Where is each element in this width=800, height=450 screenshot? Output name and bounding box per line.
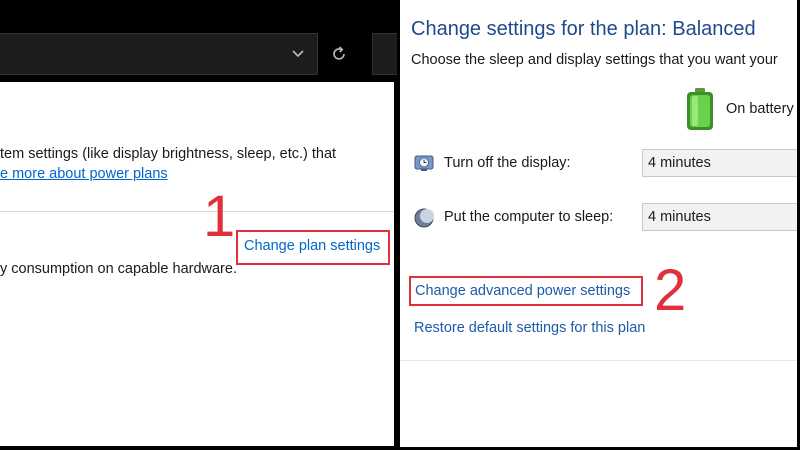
on-battery-label: On battery	[726, 101, 794, 117]
page-subtitle: Choose the sleep and display settings th…	[411, 52, 778, 68]
right-panel: Change settings for the plan: Balanced C…	[397, 0, 800, 450]
sleep-label: Put the computer to sleep:	[444, 209, 614, 225]
chevron-down-icon[interactable]	[289, 45, 307, 63]
sleep-timeout-select[interactable]: 4 minutes	[642, 203, 800, 231]
search-box[interactable]	[372, 33, 398, 75]
description-text: tem settings (like display brightness, s…	[0, 146, 337, 162]
turn-off-display-label: Turn off the display:	[444, 155, 571, 171]
refresh-icon[interactable]	[329, 44, 349, 64]
step-marker-2: 2	[654, 258, 687, 323]
power-options-content: tem settings (like display brightness, s…	[0, 82, 394, 446]
page-title: Change settings for the plan: Balanced	[411, 18, 756, 40]
sleep-moon-icon	[414, 208, 434, 228]
plan-description: y consumption on capable hardware.	[0, 261, 237, 277]
battery-icon	[687, 88, 713, 130]
learn-more-link[interactable]: e more about power plans	[0, 166, 168, 182]
divider	[0, 211, 394, 212]
address-bar[interactable]	[0, 33, 318, 75]
display-timeout-select[interactable]: 4 minutes	[642, 149, 800, 177]
bottom-divider	[400, 360, 800, 361]
change-advanced-power-settings-link[interactable]: Change advanced power settings	[409, 276, 643, 306]
display-clock-icon	[414, 155, 434, 171]
change-plan-settings-link[interactable]: Change plan settings	[236, 230, 390, 265]
restore-defaults-link[interactable]: Restore default settings for this plan	[414, 320, 645, 336]
step-marker-1: 1	[203, 184, 236, 249]
left-panel: tem settings (like display brightness, s…	[0, 0, 398, 450]
